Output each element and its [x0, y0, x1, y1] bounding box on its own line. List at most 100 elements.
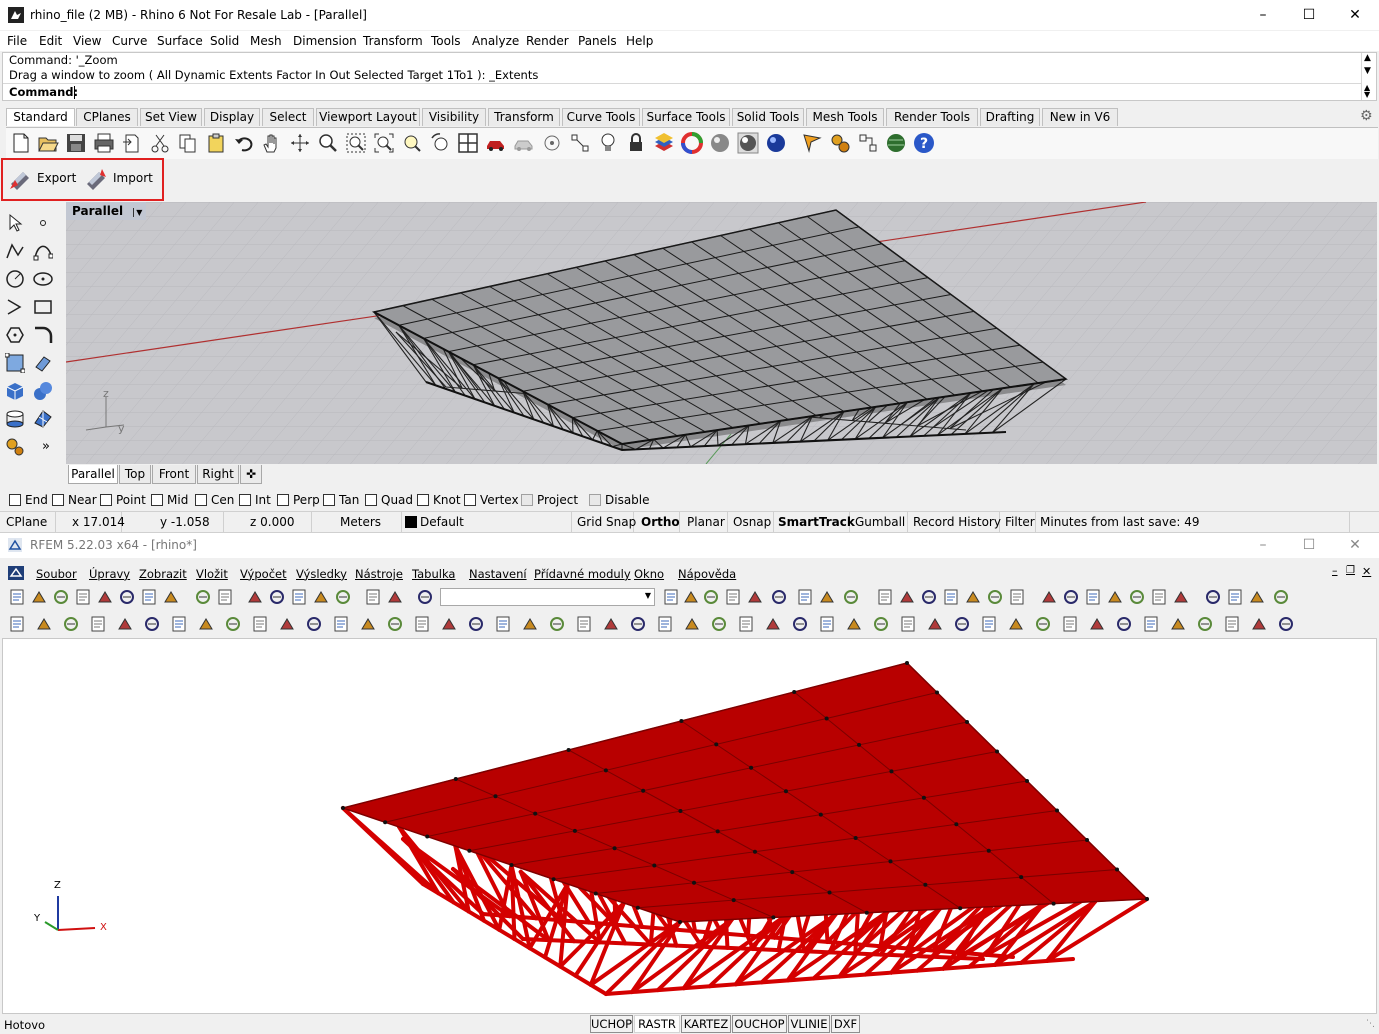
rhino-minimize-button[interactable]: – — [1240, 0, 1286, 30]
new-file-icon[interactable] — [10, 132, 32, 154]
rfem-tool-icon[interactable] — [364, 588, 382, 606]
mdi-minimize-button[interactable]: – — [1332, 564, 1338, 577]
rfem-tool-icon[interactable] — [251, 615, 269, 633]
rfem-tool-icon[interactable] — [920, 588, 938, 606]
rfem-tool-icon[interactable] — [162, 588, 180, 606]
rfem-tool-icon[interactable] — [575, 615, 593, 633]
osnap-end-checkbox[interactable] — [9, 494, 21, 506]
menu-surface[interactable]: Surface — [157, 34, 203, 48]
rfem-tool-icon[interactable] — [268, 588, 286, 606]
rfem-tool-icon[interactable] — [467, 615, 485, 633]
import-button[interactable]: Import — [82, 164, 154, 194]
rfem-tool-icon[interactable] — [791, 615, 809, 633]
rfem-tool-icon[interactable] — [194, 588, 212, 606]
box-solid-icon[interactable] — [5, 381, 25, 401]
rfem-tool-icon[interactable] — [1172, 588, 1190, 606]
rfem-tool-icon[interactable] — [1115, 615, 1133, 633]
rhino-close-button[interactable]: ✕ — [1332, 0, 1378, 30]
rfem-tool-icon[interactable] — [334, 588, 352, 606]
surface-from-points-icon[interactable] — [5, 353, 25, 373]
rfem-tool-icon[interactable] — [62, 615, 80, 633]
zoom-icon[interactable] — [317, 132, 339, 154]
polygon-icon[interactable] — [5, 325, 25, 345]
options-gears-icon[interactable] — [829, 132, 851, 154]
rfem-3d-view[interactable]: Z Y X — [2, 638, 1377, 1014]
menu-panels[interactable]: Panels — [578, 34, 617, 48]
arc-icon[interactable] — [5, 297, 25, 317]
ellipse-icon[interactable] — [33, 269, 53, 289]
rfem-menu-tabulka[interactable]: Tabulka — [412, 567, 455, 581]
save-icon[interactable] — [65, 132, 87, 154]
menu-analyze[interactable]: Analyze — [472, 34, 519, 48]
tab-set-view[interactable]: Set View — [140, 108, 202, 126]
viewport-tab-top[interactable]: Top — [119, 465, 151, 484]
rfem-tool-icon[interactable] — [1169, 615, 1187, 633]
scroll-up-icon[interactable]: ▲ — [1364, 53, 1371, 63]
status-layer[interactable]: Default — [402, 512, 572, 532]
tab-curve-tools[interactable]: Curve Tools — [562, 108, 640, 126]
rfem-tool-icon[interactable] — [1250, 615, 1268, 633]
rfem-tool-icon[interactable] — [899, 615, 917, 633]
rhino-viewport-parallel[interactable]: Parallel ▼ z y — [66, 202, 1377, 464]
tab-transform[interactable]: Transform — [488, 108, 560, 126]
curve-control-points-icon[interactable] — [33, 241, 53, 261]
scroll-down-icon[interactable]: ▼ — [1364, 66, 1371, 76]
tab-display[interactable]: Display — [204, 108, 260, 126]
rfem-tool-icon[interactable] — [1277, 615, 1295, 633]
point-icon[interactable] — [33, 213, 53, 233]
rfem-menu-napoveda[interactable]: Nápověda — [678, 567, 736, 581]
rfem-tool-icon[interactable] — [1226, 588, 1244, 606]
viewport-tab-front[interactable]: Front — [152, 465, 196, 484]
osnap-disable-checkbox[interactable] — [589, 494, 601, 506]
tab-drafting[interactable]: Drafting — [980, 108, 1040, 126]
tab-visibility[interactable]: Visibility — [422, 108, 486, 126]
rfem-tool-icon[interactable] — [197, 615, 215, 633]
rfem-tool-icon[interactable] — [1061, 615, 1079, 633]
rectangle-icon[interactable] — [33, 297, 53, 317]
rfem-tool-icon[interactable] — [926, 615, 944, 633]
rfem-tool-icon[interactable] — [953, 615, 971, 633]
viewport-title-tab[interactable]: Parallel ▼ — [66, 202, 147, 220]
rfem-tool-icon[interactable] — [662, 588, 680, 606]
cylinder-solid-icon[interactable] — [5, 409, 25, 429]
rfem-tool-icon[interactable] — [440, 615, 458, 633]
rfem-tool-icon[interactable] — [140, 588, 158, 606]
import-icon[interactable] — [121, 132, 143, 154]
viewport-tab-right[interactable]: Right — [197, 465, 239, 484]
rfem-tool-icon[interactable] — [942, 588, 960, 606]
rfem-menu-nastroje[interactable]: Nástroje — [355, 567, 403, 581]
rfem-tool-icon[interactable] — [118, 588, 136, 606]
rfem-tool-icon[interactable] — [413, 615, 431, 633]
rfem-tool-icon[interactable] — [386, 615, 404, 633]
undo-icon[interactable] — [233, 132, 255, 154]
rfem-menu-upravy[interactable]: Úpravy — [89, 567, 130, 581]
select-arrow-icon[interactable] — [5, 213, 25, 233]
rotate-view-icon[interactable] — [289, 132, 311, 154]
pan-hand-icon[interactable] — [261, 132, 283, 154]
rfem-tool-icon[interactable] — [30, 588, 48, 606]
rfem-tool-icon[interactable] — [818, 615, 836, 633]
rfem-tool-icon[interactable] — [986, 588, 1004, 606]
status-gumball[interactable]: Gumball — [850, 512, 908, 532]
rfem-tool-icon[interactable] — [796, 588, 814, 606]
rfem-tool-icon[interactable] — [1034, 615, 1052, 633]
zoom-window-icon[interactable] — [345, 132, 367, 154]
tab-surface-tools[interactable]: Surface Tools — [642, 108, 730, 126]
rfem-status-rastr[interactable]: RASTR — [634, 1015, 680, 1033]
osnap-project-checkbox[interactable] — [521, 494, 533, 506]
menu-mesh[interactable]: Mesh — [250, 34, 282, 48]
rfem-tool-icon[interactable] — [737, 615, 755, 633]
rfem-menu-pridavne-moduly[interactable]: Přídavné moduly — [534, 567, 631, 581]
menu-transform[interactable]: Transform — [363, 34, 423, 48]
rfem-menu-vypocet[interactable]: Výpočet — [240, 567, 287, 581]
mesh-plane-icon[interactable] — [33, 409, 53, 429]
rfem-status-vlinie[interactable]: VLINIE — [788, 1015, 830, 1033]
rfem-tool-icon[interactable] — [980, 615, 998, 633]
tab-cplanes[interactable]: CPlanes — [76, 108, 138, 126]
rhino-maximize-button[interactable]: ☐ — [1286, 0, 1332, 30]
rfem-status-uchop[interactable]: UCHOP — [590, 1015, 633, 1033]
tab-mesh-tools[interactable]: Mesh Tools — [806, 108, 884, 126]
rfem-tool-icon[interactable] — [52, 588, 70, 606]
sphere-solids-icon[interactable] — [33, 381, 53, 401]
rfem-tool-icon[interactable] — [1248, 588, 1266, 606]
